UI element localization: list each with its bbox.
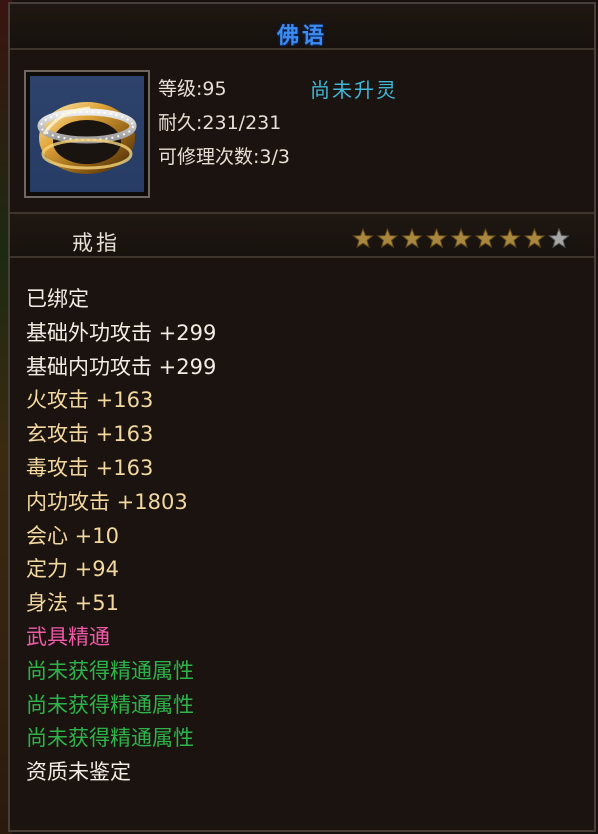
attribute-line: 玄攻击 +163	[26, 422, 154, 447]
star-filled-icon	[376, 227, 399, 249]
item-durability: 耐久:231/231	[158, 112, 282, 134]
attribute-line: 已绑定	[26, 287, 89, 311]
attribute-line: 武具精通	[26, 624, 110, 649]
item-icon-frame[interactable]	[24, 70, 150, 198]
attribute-line: 资质未鉴定	[26, 760, 131, 785]
star-filled-icon	[474, 227, 497, 249]
item-repair-count: 可修理次数:3/3	[158, 146, 290, 168]
stars-svg	[352, 227, 570, 249]
attribute-line: 基础内功攻击 +299	[26, 354, 217, 379]
item-name: 佛语	[276, 23, 327, 49]
star-filled-icon	[450, 227, 472, 249]
star-filled-icon	[499, 227, 521, 249]
attribute-line: 定力 +94	[26, 557, 119, 582]
item-type-row: 戒指	[10, 214, 594, 256]
attribute-line: 内功攻击 +1803	[26, 489, 188, 514]
star-empty-icon	[548, 227, 570, 249]
attribute-line: 火攻击 +163	[26, 388, 154, 413]
star-filled-icon	[352, 227, 374, 249]
gold-ring-icon	[30, 76, 144, 192]
attribute-line: 尚未获得精通属性	[26, 658, 194, 683]
divider	[10, 256, 594, 258]
attribute-list: 已绑定基础外功攻击 +299 基础内功攻击 +299 火攻击 +163 玄攻击 +16…	[26, 284, 216, 791]
star-filled-icon	[523, 227, 546, 249]
attribute-line: 尚未获得精通属性	[26, 726, 194, 751]
star-filled-icon	[425, 227, 448, 249]
star-filled-icon	[401, 227, 423, 249]
star-rating	[352, 227, 573, 254]
item-level: 等级:95	[158, 78, 227, 100]
attribute-line: 毒攻击 +163	[26, 455, 154, 480]
attribute-line: 基础外功攻击 +299	[26, 320, 217, 345]
item-tooltip-panel: 佛语 等级:95 尚未升灵 耐久:231/231 可修理次数:3/3 戒指 已绑…	[8, 2, 596, 832]
attribute-line: 身法 +51	[26, 591, 119, 616]
ling-status: 尚未升灵	[310, 78, 398, 102]
title-bar: 佛语	[10, 4, 594, 50]
attribute-line: 尚未获得精通属性	[26, 692, 194, 717]
attribute-line: 会心 +10	[26, 523, 119, 548]
item-type: 戒指	[72, 231, 120, 255]
